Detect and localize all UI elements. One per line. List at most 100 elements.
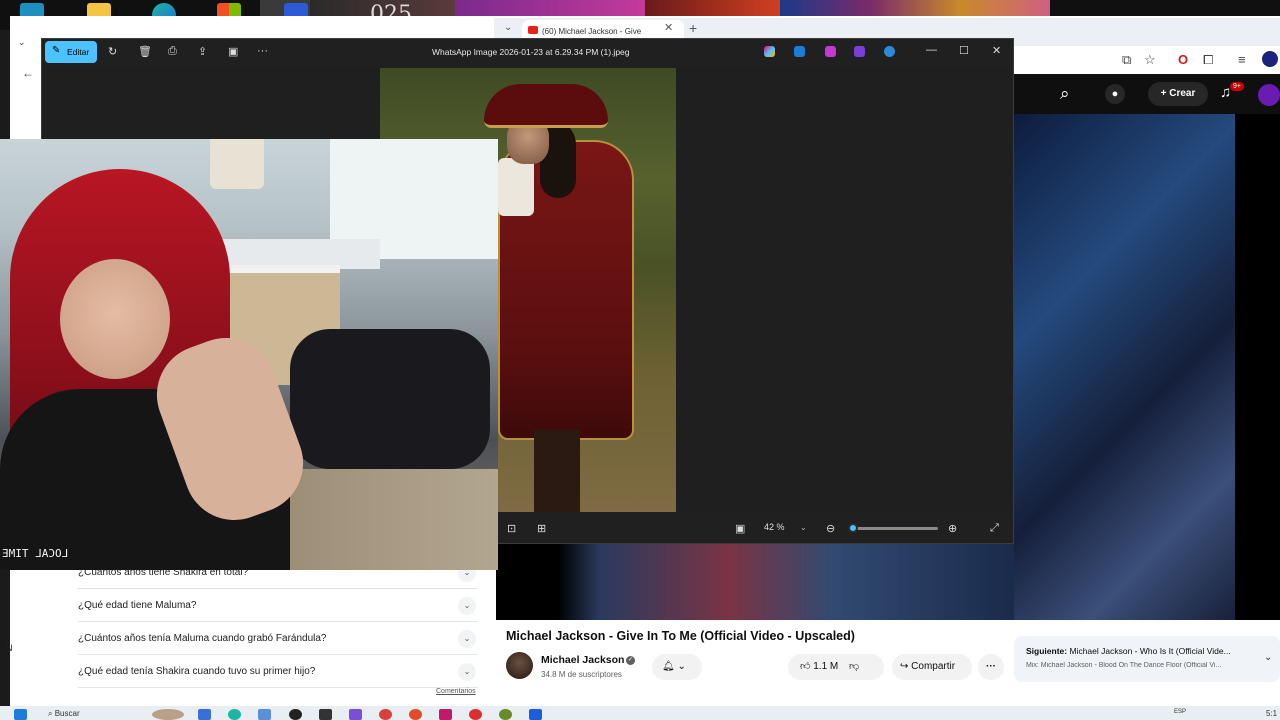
taskbar-app-icon[interactable] xyxy=(319,709,332,720)
onedrive-icon[interactable] xyxy=(884,46,895,57)
taskbar-app-icon[interactable] xyxy=(289,709,302,720)
close-icon[interactable]: ✕ xyxy=(992,44,1001,57)
like-button[interactable]: 👍︎ 1.1 M 👎︎ xyxy=(788,654,884,680)
app-icon[interactable] xyxy=(854,46,865,57)
left-tab-chevron-icon[interactable]: ⌄ xyxy=(18,37,34,51)
profile-avatar[interactable] xyxy=(1262,51,1278,67)
up-next-label: Siguiente: xyxy=(1026,646,1068,656)
taskbar-search[interactable]: ⌕ Buscar xyxy=(48,709,80,719)
channel-avatar[interactable] xyxy=(506,652,533,679)
chevron-down-icon[interactable]: ⌄ xyxy=(458,663,476,681)
channel-name[interactable]: Michael Jackson xyxy=(541,654,624,666)
taskbar-app-icon[interactable] xyxy=(198,709,211,720)
clock[interactable]: 5:1 xyxy=(1266,709,1277,718)
faq-question: ¿Cuántos años tenía Maluma cuando grabó … xyxy=(78,633,327,644)
taskbar-app-icon[interactable] xyxy=(349,709,362,720)
faq-item[interactable]: ¿Cuántos años tenía Maluma cuando grabó … xyxy=(78,622,478,655)
up-next-card[interactable] xyxy=(1014,636,1280,682)
taskbar-widget-icon[interactable] xyxy=(152,709,184,720)
back-arrow-icon[interactable]: ← xyxy=(22,66,34,80)
chrome-taskbar-icon[interactable] xyxy=(409,709,422,720)
create-button[interactable]: + Crear xyxy=(1148,82,1208,106)
start-icon[interactable] xyxy=(14,709,27,720)
fullscreen-icon[interactable]: ⤢ xyxy=(990,522,999,535)
webcam-overlay-text: LOCAL TIME xyxy=(2,547,69,560)
faq-question: ¿Qué edad tiene Maluma? xyxy=(78,600,197,611)
thumbs-up-icon: 👍︎ xyxy=(800,661,811,672)
taskbar-app-icon[interactable] xyxy=(499,709,512,720)
slideshow-icon[interactable]: ▣ xyxy=(228,45,238,58)
zoom-dropdown-icon[interactable]: ⌄ xyxy=(800,523,807,532)
taskbar-app-icon[interactable] xyxy=(379,709,392,720)
delete-icon[interactable]: 🗑︎ xyxy=(138,45,152,58)
bottom-taskbar xyxy=(0,706,1280,720)
new-tab-button[interactable]: + xyxy=(689,20,697,36)
filmstrip-icon[interactable]: ⊡ xyxy=(507,522,516,535)
share-icon[interactable]: ⇪ xyxy=(198,45,207,58)
share-button[interactable]: ↪ Compartir xyxy=(892,654,972,680)
viewer-title: WhatsApp Image 2026-01-23 at 6.29.34 PM … xyxy=(432,47,630,57)
chevron-down-icon[interactable]: ⌄ xyxy=(458,597,476,615)
zoom-value[interactable]: 42 % xyxy=(764,522,785,532)
print-icon[interactable]: ⎙ xyxy=(168,45,177,58)
account-avatar[interactable] xyxy=(1258,84,1280,106)
edge-taskbar-icon[interactable] xyxy=(228,709,241,720)
zoom-out-icon[interactable]: ⊖ xyxy=(826,522,835,535)
opera-taskbar-icon[interactable] xyxy=(469,709,482,720)
video-player-lower[interactable] xyxy=(496,544,1014,620)
edge-letter: N xyxy=(6,643,13,653)
info-icon[interactable]: ⊞ xyxy=(537,522,546,535)
taskbar-app-icon[interactable] xyxy=(439,709,452,720)
search-icon[interactable]: ⌕ xyxy=(1060,84,1070,104)
minimize-icon[interactable]: — xyxy=(926,44,937,56)
room-lamp xyxy=(210,139,264,189)
pirate-hat xyxy=(484,84,608,128)
copilot-icon[interactable] xyxy=(764,46,775,57)
subscriber-count: 34.8 M de suscriptores xyxy=(541,670,622,679)
webcam-overlay: LOCAL TIME xyxy=(0,139,498,570)
chevron-down-icon[interactable]: ⌄ xyxy=(458,630,476,648)
youtube-icon xyxy=(528,26,538,34)
expand-chevron-icon[interactable]: ⌄ xyxy=(1264,652,1272,663)
notification-badge: 9+ xyxy=(1230,82,1244,91)
maximize-icon[interactable]: ☐ xyxy=(959,44,969,57)
up-next-video: Michael Jackson - Who Is It (Official Vi… xyxy=(1069,646,1231,656)
menu-icon[interactable]: ≡ xyxy=(1238,52,1246,67)
faq-item[interactable]: ¿Qué edad tiene Maluma? ⌄ xyxy=(78,589,478,622)
bell-icon: 🔔︎ xyxy=(662,661,675,672)
more-icon[interactable]: ··· xyxy=(257,45,268,57)
clipchamp-icon[interactable] xyxy=(825,46,836,57)
chevron-down-icon: ⌄ xyxy=(677,661,686,672)
create-label: Crear xyxy=(1169,88,1196,99)
zoom-slider[interactable] xyxy=(850,527,938,530)
taskbar-app-icon[interactable] xyxy=(529,709,542,720)
microphone-icon[interactable]: ● xyxy=(1105,84,1125,104)
feedback-link[interactable]: Comentarios xyxy=(436,688,476,695)
subscribe-bell-button[interactable]: 🔔︎ ⌄ xyxy=(652,654,702,680)
cast-icon[interactable]: ⧉ xyxy=(1122,52,1131,68)
close-tab-icon[interactable]: ✕ xyxy=(664,21,673,34)
faq-item[interactable]: ¿Qué edad tenía Shakira cuando tuvo su p… xyxy=(78,655,478,688)
pirate-legs xyxy=(534,430,580,512)
taskbar-app-icon[interactable] xyxy=(258,709,271,720)
designer-icon[interactable] xyxy=(794,46,805,57)
faq-question: ¿Qué edad tenía Shakira cuando tuvo su p… xyxy=(78,666,316,677)
edit-icon: ✎ xyxy=(52,45,61,56)
tab-list-chevron-icon[interactable]: ⌄ xyxy=(504,22,512,33)
rotate-icon[interactable]: ↻ xyxy=(108,45,117,58)
room-bags xyxy=(290,329,490,469)
more-actions-button[interactable]: ··· xyxy=(978,654,1004,680)
extensions-icon[interactable]: ⧠ xyxy=(1203,52,1213,68)
actual-size-icon[interactable]: ▣ xyxy=(735,522,745,535)
screen: 025 ⌄ (60) Michael Jackson - Give ✕ + ⧉ … xyxy=(0,0,1280,720)
verified-icon: ✓ xyxy=(626,656,635,665)
thumbs-down-icon[interactable]: 👎︎ xyxy=(849,661,859,672)
person-face xyxy=(60,259,170,379)
youtube-header xyxy=(1014,74,1280,114)
bookmark-star-icon[interactable]: ☆ xyxy=(1144,52,1156,68)
language-indicator[interactable]: ESP xyxy=(1174,709,1186,715)
video-title: Michael Jackson - Give In To Me (Officia… xyxy=(506,629,855,643)
opera-icon[interactable]: O xyxy=(1178,52,1188,67)
zoom-in-icon[interactable]: ⊕ xyxy=(948,522,957,535)
zoom-slider-thumb[interactable] xyxy=(848,523,858,533)
